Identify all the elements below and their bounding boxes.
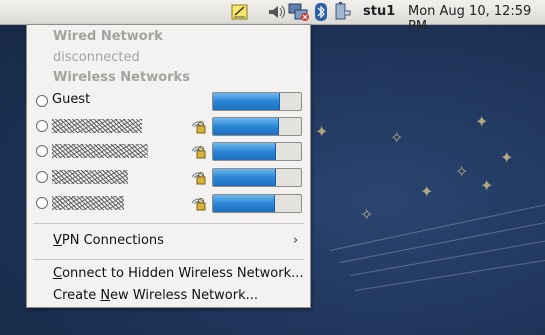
network-ssid: Guest [52,92,91,107]
wired-network-header: Wired Network [53,29,163,44]
radio-button[interactable] [36,95,48,107]
wireless-networks-header: Wireless Networks [53,70,190,85]
signal-fill [213,195,275,212]
network-item[interactable] [27,192,310,214]
bird-decoration: ✦ [475,112,489,131]
network-item[interactable] [27,166,310,188]
wired-status: disconnected [53,50,140,65]
create-new-prefix: Create [53,288,101,303]
volume-icon[interactable] [266,2,286,22]
bird-decoration: ✧ [455,162,469,181]
network-item[interactable] [27,140,310,162]
bird-decoration: ✦ [480,176,494,195]
bird-decoration: ✦ [420,182,434,201]
wireless-lock-icon [189,168,207,186]
network-item-guest[interactable]: Guest [27,90,310,112]
signal-strength-bar [212,92,302,111]
bird-decoration: ✧ [360,205,374,224]
radio-button[interactable] [36,171,48,183]
bird-decoration: ✧ [390,128,404,147]
network-item[interactable] [27,115,310,137]
signal-fill [213,169,277,186]
signal-strength-bar [212,117,302,136]
connect-hidden-mnemonic: C [53,266,63,281]
bluetooth-icon[interactable] [314,2,328,22]
create-new-network-item[interactable]: Create New Wireless Network... [53,288,258,303]
network-ssid-redacted [52,144,148,158]
vpn-mnemonic: V [53,233,62,248]
radio-button[interactable] [36,145,48,157]
network-ssid-redacted [52,196,124,210]
signal-strength-bar [212,168,302,187]
network-ssid-redacted [52,119,142,133]
signal-fill [213,118,280,135]
strand-decoration [354,258,545,291]
signal-strength-bar [212,194,302,213]
strand-decoration [349,238,545,276]
wireless-lock-icon [189,142,207,160]
bird-decoration: ✦ [315,122,329,141]
bird-decoration: ✦ [500,148,514,167]
wireless-lock-icon [189,117,207,135]
wireless-lock-icon [189,194,207,212]
vpn-label-text: PN Connections [61,233,164,248]
signal-fill [213,93,280,110]
network-icon[interactable] [288,2,310,22]
radio-button[interactable] [36,120,48,132]
menu-separator [33,223,304,224]
vpn-connections-item[interactable]: VPN Connections [53,233,164,248]
network-menu: Wired Network disconnected Wireless Netw… [26,24,311,308]
notes-icon[interactable] [230,2,250,22]
battery-icon[interactable] [332,2,354,22]
top-panel: stu1 Mon Aug 10, 12:59 PM [0,0,545,34]
radio-button[interactable] [36,197,48,209]
connect-hidden-network-item[interactable]: Connect to Hidden Wireless Network... [53,266,304,281]
clock[interactable]: Mon Aug 10, 12:59 PM [408,4,545,34]
username-label[interactable]: stu1 [363,4,395,19]
menu-separator [33,259,304,260]
signal-fill [213,143,277,160]
create-new-text: ew Wireless Network... [110,288,259,303]
create-new-mnemonic: N [100,288,111,303]
signal-strength-bar [212,142,302,161]
network-ssid-redacted [52,170,128,184]
connect-hidden-text: onnect to Hidden Wireless Network... [62,266,304,281]
submenu-arrow-icon: › [293,233,299,248]
